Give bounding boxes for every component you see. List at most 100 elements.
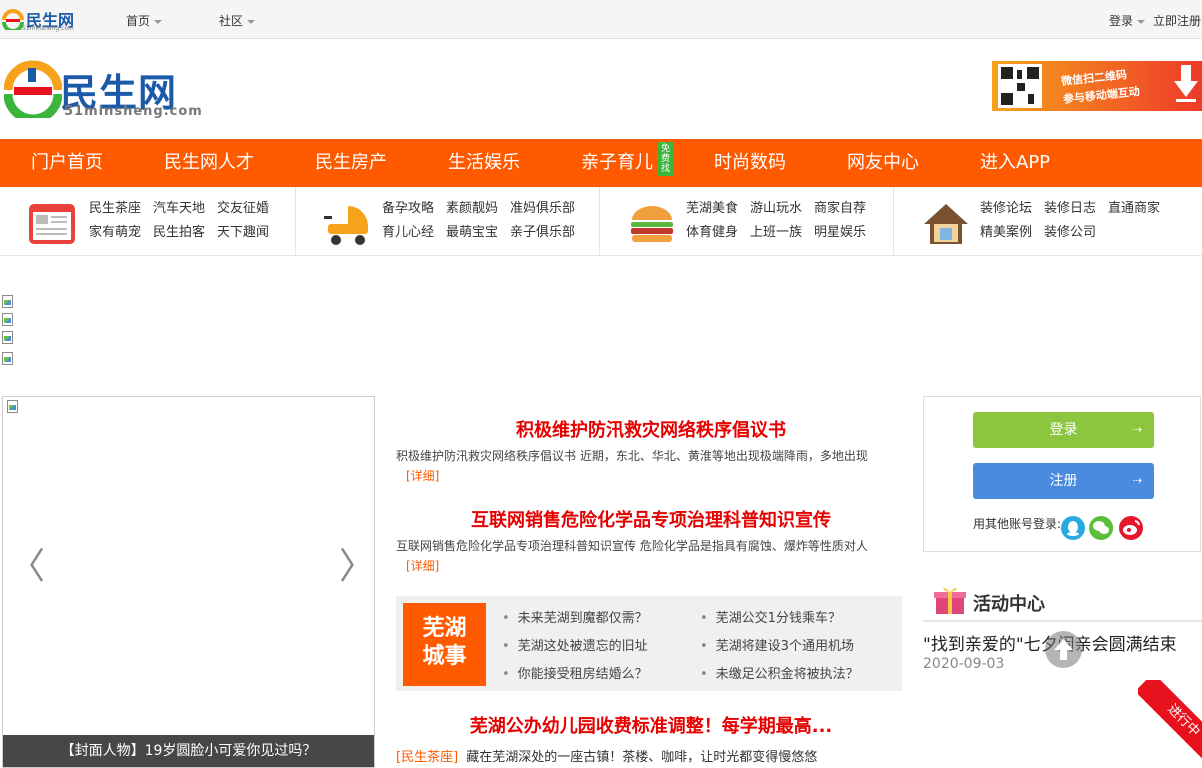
- news-summary-text: 积极维护防汛救灾网络秩序倡议书 近期，东北、华北、黄淮等地出现极端降雨，多地出现: [396, 449, 868, 463]
- category-community: 民生茶座 汽车天地 交友征婚 家有萌宠 民生拍客 天下趣闻: [0, 187, 296, 256]
- news-summary: 互联网销售危险化学品专项治理科普知识宣传 危险化学品是指具有腐蚀、爆炸等性质对人…: [396, 536, 906, 576]
- news-headline[interactable]: 芜湖公办幼儿园收费标准调整！每学期最高...: [396, 712, 906, 738]
- chevron-down-icon: [154, 19, 163, 24]
- cat-link[interactable]: 交友征婚: [217, 201, 269, 216]
- teahouse-text: 藏在芜湖深处的一座古镇！茶楼、咖啡，让时光都变得慢悠悠: [466, 750, 818, 765]
- cat-link[interactable]: 装修日志: [1044, 201, 1096, 216]
- nav-item-talent[interactable]: 民生网人才: [164, 139, 254, 187]
- category-links: 民生茶座 汽车天地 交友征婚 家有萌宠 民生拍客 天下趣闻: [89, 197, 281, 245]
- status-ribbon: 进行中: [1138, 680, 1202, 768]
- cat-link[interactable]: 商家自荐: [814, 201, 866, 216]
- activity-date: 2020-09-03: [923, 656, 1005, 672]
- weibo-icon[interactable]: [1119, 516, 1143, 540]
- register-link[interactable]: 立即注册: [1153, 12, 1201, 29]
- logo-mark-icon: [2, 8, 24, 33]
- nav-item-user-center[interactable]: 网友中心: [847, 139, 919, 187]
- arrow-right-icon: ⇢: [1132, 423, 1142, 436]
- nav-community[interactable]: 社区: [219, 12, 256, 29]
- mini-logo[interactable]: 民生网 51minsheng.com: [2, 7, 74, 33]
- register-button[interactable]: 注册 ⇢: [973, 463, 1154, 499]
- qq-icon[interactable]: [1061, 516, 1085, 540]
- nav-home-label: 首页: [126, 14, 151, 28]
- cat-link[interactable]: 家有萌宠: [89, 225, 141, 240]
- category-links: 备孕攻略 素颜靓妈 准妈俱乐部 育儿心经 最萌宝宝 亲子俱乐部: [382, 197, 587, 245]
- news-headline[interactable]: 积极维护防汛救灾网络秩序倡议书: [396, 416, 906, 442]
- image-slider[interactable]: 〈 〉 【封面人物】19岁圆脸小可爱你见过吗？: [2, 396, 375, 768]
- broken-image-icon: [1, 351, 17, 367]
- detail-link[interactable]: [详细]: [406, 469, 439, 483]
- cat-link[interactable]: 游山玩水: [750, 201, 802, 216]
- city-news-item[interactable]: 你能接受租房结婚么？: [502, 663, 648, 682]
- cat-link[interactable]: 明星娱乐: [814, 225, 866, 240]
- city-news-item[interactable]: 未缴足公积金将被执法？: [700, 663, 859, 682]
- cat-link[interactable]: 素颜靓妈: [446, 201, 498, 216]
- site-logo[interactable]: 民生网 51minsheng.com: [4, 60, 204, 120]
- cat-link[interactable]: 育儿心经: [382, 225, 434, 240]
- city-news-item[interactable]: 芜湖将建设3个通用机场: [700, 635, 854, 654]
- nav-item-housing[interactable]: 民生房产: [315, 139, 387, 187]
- city-tag: 芜湖 城事: [403, 603, 486, 686]
- city-news-item[interactable]: 未来芜湖到魔都仅需？: [502, 607, 648, 626]
- login-button[interactable]: 登录 ⇢: [973, 412, 1154, 448]
- register-button-label: 注册: [1049, 473, 1078, 489]
- cat-link[interactable]: 芜湖美食: [686, 201, 738, 216]
- city-news-item[interactable]: 芜湖这处被遗忘的旧址: [502, 635, 648, 654]
- cat-link[interactable]: 备孕攻略: [382, 201, 434, 216]
- teahouse-item[interactable]: [民生茶座] 藏在芜湖深处的一座古镇！茶楼、咖啡，让时光都变得慢悠悠: [396, 746, 817, 765]
- city-news-box: 芜湖 城事 未来芜湖到魔都仅需？ 芜湖公交1分钱乘车？ 芜湖这处被遗忘的旧址 芜…: [396, 596, 902, 691]
- prev-arrow-icon[interactable]: 〈: [9, 537, 45, 589]
- detail-link[interactable]: [详细]: [406, 559, 439, 573]
- login-link[interactable]: 登录: [1109, 12, 1146, 29]
- broken-image-icon: [6, 399, 22, 415]
- house-icon: [924, 204, 968, 244]
- cat-link[interactable]: 民生茶座: [89, 201, 141, 216]
- cat-link[interactable]: 精美案例: [980, 225, 1032, 240]
- logo-subtext: 51minsheng.com: [64, 104, 203, 119]
- cat-link[interactable]: 装修公司: [1044, 225, 1096, 240]
- news-summary: 积极维护防汛救灾网络秩序倡议书 近期，东北、华北、黄淮等地出现极端降雨，多地出现…: [396, 446, 906, 486]
- cat-link[interactable]: 上班一族: [750, 225, 802, 240]
- gift-icon: [934, 587, 966, 614]
- login-button-label: 登录: [1049, 422, 1078, 438]
- chevron-down-icon: [1137, 19, 1146, 24]
- wechat-icon[interactable]: [1089, 516, 1113, 540]
- slider-caption[interactable]: 【封面人物】19岁圆脸小可爱你见过吗？: [3, 735, 374, 767]
- cat-link[interactable]: 最萌宝宝: [446, 225, 498, 240]
- news-summary-text: 互联网销售危险化学品专项治理科普知识宣传 危险化学品是指具有腐蚀、爆炸等性质对人: [396, 539, 868, 553]
- category-home: 装修论坛 装修日志 直通商家 精美案例 装修公司: [894, 187, 1202, 256]
- arrow-down-icon: [1174, 65, 1198, 102]
- cat-link[interactable]: 亲子俱乐部: [510, 225, 575, 240]
- category-links: 芜湖美食 游山玩水 商家自荐 体育健身 上班一族 明星娱乐: [686, 197, 878, 245]
- nav-item-parenting[interactable]: 亲子育儿: [581, 139, 653, 187]
- cat-link[interactable]: 汽车天地: [153, 201, 205, 216]
- cat-link[interactable]: 直通商家: [1108, 201, 1160, 216]
- nav-item-app[interactable]: 进入APP: [980, 139, 1050, 187]
- nav-community-label: 社区: [219, 14, 244, 28]
- status-ribbon-label: 进行中: [1138, 680, 1202, 768]
- qr-banner[interactable]: 微信扫二维码 参与移动端互动: [992, 61, 1202, 111]
- nav-item-portal[interactable]: 门户首页: [31, 139, 103, 187]
- cat-link[interactable]: 装修论坛: [980, 201, 1032, 216]
- cat-link[interactable]: 天下趣闻: [217, 225, 269, 240]
- nav-item-entertainment[interactable]: 生活娱乐: [448, 139, 520, 187]
- news-headline[interactable]: 互联网销售危险化学品专项治理科普知识宣传: [396, 506, 906, 532]
- cat-link[interactable]: 准妈俱乐部: [510, 201, 575, 216]
- mini-logo-sub: 51minsheng.com: [22, 25, 74, 32]
- nav-home[interactable]: 首页: [126, 12, 163, 29]
- qr-text: 微信扫二维码 参与移动端互动: [1060, 65, 1141, 109]
- divider: [923, 620, 1202, 622]
- nav-item-digital[interactable]: 时尚数码: [714, 139, 786, 187]
- free-badge: 免费找: [657, 142, 674, 176]
- other-accounts-label: 用其他账号登录:: [973, 517, 1062, 531]
- cat-link[interactable]: 民生拍客: [153, 225, 205, 240]
- broken-image-icon: [1, 294, 17, 310]
- login-link-label: 登录: [1109, 14, 1134, 28]
- cat-link[interactable]: 体育健身: [686, 225, 738, 240]
- arrow-right-icon: ⇢: [1132, 474, 1142, 487]
- city-news-item[interactable]: 芜湖公交1分钱乘车？: [700, 607, 841, 626]
- next-arrow-icon[interactable]: 〉: [339, 537, 375, 589]
- category-links: 装修论坛 装修日志 直通商家 精美案例 装修公司: [980, 197, 1172, 245]
- login-box: 登录 ⇢ 注册 ⇢ 用其他账号登录:: [923, 396, 1201, 552]
- back-to-top-button[interactable]: [1045, 631, 1082, 668]
- broken-image-icon: [1, 312, 17, 328]
